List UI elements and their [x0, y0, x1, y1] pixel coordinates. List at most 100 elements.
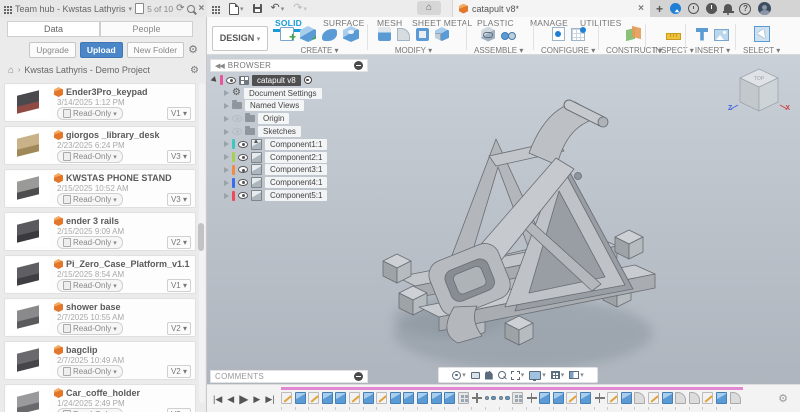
dropdown-caret[interactable]: ▾ — [542, 371, 546, 379]
item-name[interactable]: bagclip — [66, 345, 98, 355]
apps-grid-icon[interactable] — [4, 5, 6, 8]
new-component-icon[interactable] — [481, 26, 496, 42]
timeline-feature-sketch[interactable] — [607, 392, 619, 404]
item-name[interactable]: Ender3Pro_keypad — [66, 87, 148, 97]
notifications-bell-icon[interactable] — [722, 4, 734, 15]
hub-title[interactable]: Team hub - Kwstas Lathyris — [15, 4, 126, 14]
item-name[interactable]: Car_coffe_holder — [66, 388, 140, 398]
hole-icon[interactable] — [343, 26, 359, 42]
timeline-feature-move[interactable] — [526, 392, 537, 404]
activate-component-radio[interactable] — [303, 76, 312, 85]
comments-bar[interactable]: COMMENTS — [210, 369, 368, 383]
project-settings-icon[interactable]: ⚙ — [190, 65, 199, 76]
collapse-browser-icon[interactable]: ◀◀ — [215, 62, 225, 70]
browser-node-label[interactable]: Component1:1 — [265, 138, 328, 150]
construct-plane-icon[interactable] — [626, 27, 642, 41]
viewports-button[interactable]: ▾ — [569, 371, 584, 379]
timeline-marker-line[interactable] — [281, 387, 744, 390]
timeline-feature-sketch[interactable] — [281, 392, 292, 404]
history-icon[interactable] — [688, 3, 700, 14]
grid-layout-button[interactable]: ▾ — [550, 371, 565, 379]
timeline-feature-extrude[interactable] — [444, 392, 456, 404]
item-access-dropdown[interactable]: Read-Only▾ — [57, 279, 123, 292]
visibility-eye-icon[interactable] — [238, 179, 248, 187]
press-pull-icon[interactable] — [378, 27, 391, 41]
comments-minimize-icon[interactable] — [354, 371, 363, 381]
timeline-feature-move[interactable] — [594, 392, 605, 404]
item-version-dropdown[interactable]: V1 ▾ — [166, 107, 191, 120]
timeline-feature-pattern[interactable] — [512, 392, 524, 404]
timeline-feature-fillet[interactable] — [688, 392, 700, 404]
item-access-dropdown[interactable]: Read-Only▾ — [57, 150, 123, 163]
group-label[interactable]: CREATE ▾ — [300, 46, 338, 55]
visibility-eye-icon[interactable] — [232, 128, 242, 136]
browser-node-label[interactable]: Origin — [258, 113, 290, 125]
browser-node[interactable]: catapult v8 — [210, 74, 410, 87]
expand-arrow-icon[interactable] — [224, 166, 229, 173]
item-access-dropdown[interactable]: Read-Only▾ — [57, 107, 123, 120]
sweep-icon[interactable] — [322, 29, 337, 41]
joint-icon[interactable] — [501, 31, 517, 41]
data-panel-tab-people[interactable]: People — [100, 21, 193, 37]
item-name[interactable]: Pi_Zero_Case_Platform_v1.1 — [66, 259, 190, 269]
create-sketch-icon[interactable] — [280, 27, 296, 44]
browser-minimize-icon[interactable] — [354, 61, 363, 70]
group-label[interactable]: MODIFY ▾ — [395, 46, 432, 55]
dropdown-caret[interactable]: ▾ — [521, 371, 525, 379]
browser-node-label[interactable]: Component3:1 — [265, 164, 328, 176]
orbit-button[interactable]: ▾ — [452, 370, 466, 380]
item-version-dropdown[interactable]: V3 ▾ — [166, 150, 191, 163]
item-name[interactable]: shower base — [66, 302, 121, 312]
visibility-eye-icon[interactable] — [238, 153, 248, 161]
dropdown-caret[interactable]: ▾ — [580, 371, 584, 379]
step-forward-button[interactable]: ▶ — [253, 394, 260, 405]
browser-node[interactable]: Component4:1 — [210, 176, 410, 189]
timeline-feature-extrude[interactable] — [580, 392, 592, 404]
group-label[interactable]: SELECT ▾ — [743, 46, 780, 55]
timeline-feature-extrude[interactable] — [321, 392, 333, 404]
close-tab-icon[interactable]: × — [638, 3, 644, 14]
project-item-card[interactable]: giorgos _library_desk 2/23/2025 6:24 PM Re… — [4, 126, 196, 165]
browser-panel-header[interactable]: ◀◀ BROWSER — [210, 59, 368, 72]
timeline-feature-extrude[interactable] — [403, 392, 415, 404]
browser-node[interactable]: Sketches — [210, 125, 410, 138]
timeline-feature-extrude[interactable] — [430, 392, 442, 404]
timeline-feature-extrude[interactable] — [539, 392, 551, 404]
group-label[interactable]: ASSEMBLE ▾ — [474, 46, 523, 55]
measure-icon[interactable] — [665, 33, 681, 40]
timeline-feature-extrude[interactable] — [552, 392, 564, 404]
dropdown-caret[interactable]: ▾ — [561, 371, 565, 379]
close-panel-icon[interactable]: × — [198, 3, 204, 14]
fit-button[interactable]: ▾ — [510, 370, 525, 380]
show-data-panel-button[interactable] — [211, 5, 220, 13]
timeline-feature-extrude[interactable] — [620, 392, 632, 404]
browser-node[interactable]: Origin — [210, 112, 410, 125]
zoom-button[interactable] — [497, 371, 506, 379]
insert-canvas-icon[interactable] — [714, 29, 729, 41]
timeline-feature-pattern[interactable] — [457, 392, 469, 404]
help-icon[interactable]: ? — [739, 2, 752, 15]
breadcrumb-home-icon[interactable]: ⌂ — [8, 65, 14, 76]
save-button[interactable] — [252, 4, 262, 13]
timeline-feature-sketch[interactable] — [566, 392, 578, 404]
browser-node[interactable]: Component5:1 — [210, 189, 410, 202]
browser-node[interactable]: Component2:1 — [210, 151, 410, 164]
timeline-feature-fillet[interactable] — [675, 392, 687, 404]
new-tab-button[interactable]: + — [656, 3, 663, 15]
view-cube[interactable]: TOP Z X — [728, 61, 790, 123]
timeline-feature-joint[interactable] — [484, 392, 496, 404]
upload-button[interactable]: Upload — [79, 42, 123, 58]
configuration-table-icon[interactable] — [570, 26, 586, 41]
browser-node-label[interactable]: Component5:1 — [265, 190, 328, 202]
item-version-dropdown[interactable]: V2 ▾ — [166, 236, 191, 249]
upgrade-button[interactable]: Upgrade — [29, 42, 76, 58]
hub-dropdown-caret[interactable]: ▾ — [129, 5, 133, 13]
item-version-dropdown[interactable]: V2 ▾ — [166, 365, 191, 378]
timeline-feature-sketch[interactable] — [308, 392, 320, 404]
item-version-dropdown[interactable]: V2 ▾ — [166, 322, 191, 335]
project-item-card[interactable]: Car_coffe_holder1/24/2025 2:49 PMRead-On… — [4, 384, 196, 412]
scrollbar-thumb[interactable] — [198, 223, 204, 251]
browser-node-label[interactable]: Component4:1 — [265, 177, 328, 189]
item-access-dropdown[interactable]: Read-Only▾ — [57, 236, 123, 249]
pending-jobs-button[interactable]: 1 — [706, 3, 717, 14]
